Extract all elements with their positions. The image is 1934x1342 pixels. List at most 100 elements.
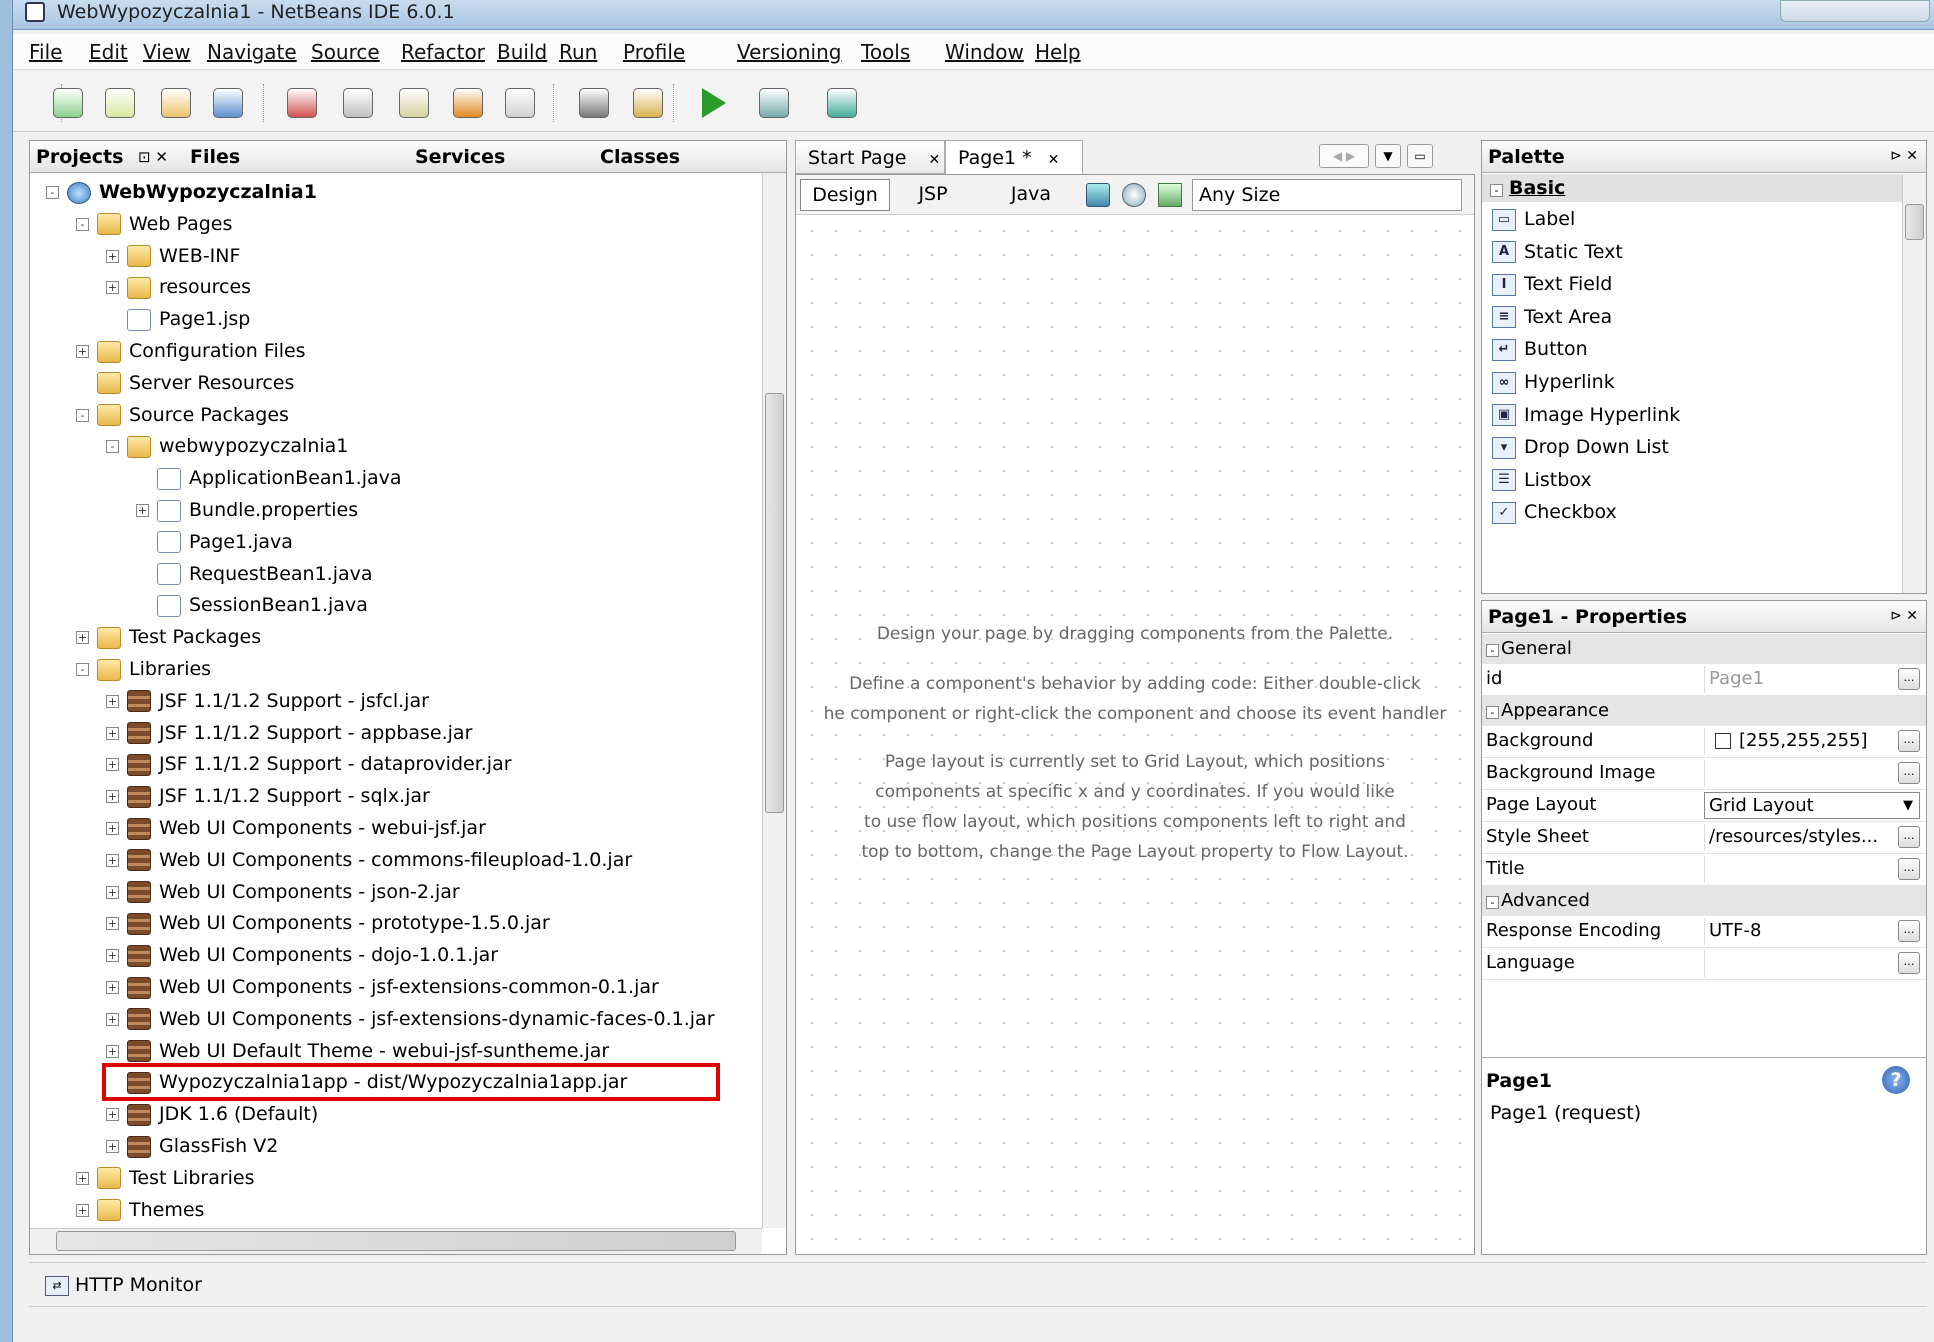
tree-node[interactable]: + Web UI Components - jsf-extensions-dyna… — [106, 1004, 715, 1034]
palette-item[interactable]: ▭ Label — [1492, 203, 1575, 235]
section-appearance[interactable]: - Appearance — [1482, 696, 1926, 726]
expand-icon[interactable]: + — [106, 1012, 119, 1026]
tree-node[interactable]: + Themes — [76, 1195, 204, 1225]
prop-language-value[interactable] — [1704, 950, 1890, 977]
build-icon[interactable] — [575, 84, 613, 122]
tree-node[interactable]: RequestBean1.java — [136, 559, 373, 589]
expand-icon[interactable]: + — [76, 631, 89, 645]
paste-icon[interactable] — [395, 84, 433, 122]
tree-node[interactable]: + Web UI Components - json-2.jar — [106, 877, 460, 907]
menu-run[interactable]: Run — [559, 40, 597, 64]
tree-vertical-scrollbar[interactable] — [762, 173, 786, 1228]
expand-icon[interactable]: + — [106, 981, 119, 994]
new-project-icon[interactable] — [49, 84, 87, 122]
tree-node[interactable]: + JSF 1.1/1.2 Support - jsfcl.jar — [106, 686, 429, 716]
expand-icon[interactable]: + — [106, 822, 119, 835]
ellipsis-button[interactable]: … — [1898, 730, 1920, 752]
tree-node[interactable]: - Source Packages — [76, 400, 289, 430]
run-icon[interactable] — [695, 84, 733, 122]
section-advanced[interactable]: - Advanced — [1482, 886, 1926, 916]
prop-row-language[interactable]: Language… — [1482, 948, 1926, 980]
palette-item[interactable]: A Static Text — [1492, 236, 1623, 268]
menu-help[interactable]: Help — [1035, 40, 1081, 64]
minimize-close-icon[interactable]: ⊳ ✕ — [1890, 148, 1918, 164]
close-icon[interactable]: ✕ — [928, 152, 940, 168]
prop-row-id[interactable]: id Page1… — [1482, 664, 1926, 696]
design-view-button[interactable]: Design — [800, 179, 890, 211]
tree-node[interactable]: ApplicationBean1.java — [136, 463, 402, 493]
palette-item[interactable]: ≡ Text Area — [1492, 301, 1612, 333]
prop-response-encoding-value[interactable]: UTF-8 — [1704, 918, 1890, 945]
expand-icon[interactable]: + — [106, 726, 119, 740]
target-size-select[interactable]: Any Size — [1192, 179, 1462, 211]
palette-item[interactable]: ☰ Listbox — [1492, 464, 1592, 496]
redo-icon[interactable] — [501, 84, 539, 122]
tree-node[interactable]: + Test Libraries — [76, 1163, 255, 1193]
hscroll-thumb[interactable] — [56, 1231, 736, 1251]
tree-node[interactable]: + Configuration Files — [76, 336, 306, 366]
minimize-close-icon[interactable]: ⊡ ✕ — [138, 148, 168, 166]
tree-node[interactable]: + JDK 1.6 (Default) — [106, 1099, 318, 1129]
profile-icon[interactable] — [823, 84, 861, 122]
expand-icon[interactable]: + — [106, 1108, 119, 1122]
debug-icon[interactable] — [755, 84, 793, 122]
help-icon[interactable]: ? — [1882, 1066, 1910, 1094]
expand-icon[interactable]: + — [106, 1140, 119, 1153]
tree-node[interactable]: + Bundle.properties — [136, 495, 358, 525]
prop-style-sheet-value[interactable]: /resources/styles... — [1704, 824, 1890, 851]
palette-item[interactable]: ∞ Hyperlink — [1492, 366, 1615, 398]
new-file-icon[interactable] — [101, 84, 139, 122]
tab-page1[interactable]: Page1 * ✕ — [945, 140, 1083, 174]
design-canvas[interactable]: Design your page by dragging components … — [800, 219, 1470, 1250]
tree-node[interactable]: + Test Packages — [76, 622, 261, 652]
prop-row-style-sheet[interactable]: Style Sheet/resources/styles...… — [1482, 822, 1926, 854]
tree-node[interactable]: + Web UI Components - webui-jsf.jar — [106, 813, 486, 843]
collapse-icon[interactable]: - — [76, 217, 89, 231]
collapse-icon[interactable]: - — [106, 440, 119, 454]
prop-row-response-encoding[interactable]: Response Encoding UTF-8… — [1482, 916, 1926, 948]
close-icon[interactable]: ✕ — [1048, 152, 1060, 168]
palette-item[interactable]: I Text Field — [1492, 268, 1612, 300]
show-virtual-forms-icon[interactable] — [1158, 183, 1182, 207]
palette-scrollbar[interactable] — [1902, 174, 1926, 593]
expand-icon[interactable]: + — [76, 345, 89, 358]
palette-item[interactable]: ↵ Button — [1492, 333, 1588, 365]
prop-background-image-value[interactable] — [1704, 760, 1890, 787]
expand-icon[interactable]: + — [106, 1044, 119, 1058]
tree-node[interactable]: Server Resources — [76, 368, 294, 398]
expand-icon[interactable]: + — [136, 504, 149, 517]
palette-item[interactable]: ▾ Drop Down List — [1492, 431, 1669, 463]
prop-background-value-cell[interactable]: [255,255,255] — [1704, 728, 1890, 755]
menu-file[interactable]: File — [29, 40, 62, 64]
tree-node[interactable]: + Web UI Default Theme - webui-jsf-sunthe… — [106, 1036, 609, 1066]
menu-view[interactable]: View — [143, 40, 190, 64]
prop-row-title[interactable]: Title… — [1482, 854, 1926, 886]
cut-icon[interactable] — [283, 84, 321, 122]
expand-icon[interactable]: + — [106, 694, 119, 708]
tree-node[interactable]: Page1.jsp — [106, 304, 250, 334]
tree-node[interactable]: + JSF 1.1/1.2 Support - dataprovider.jar — [106, 749, 512, 779]
tab-files[interactable]: Files — [190, 146, 240, 168]
menu-refactor[interactable]: Refactor — [401, 40, 485, 64]
tree-node[interactable]: Page1.java — [136, 527, 293, 557]
tree-node[interactable]: - Web Pages — [76, 209, 232, 239]
menu-navigate[interactable]: Navigate — [207, 40, 297, 64]
preview-browser-icon[interactable] — [1086, 183, 1110, 207]
tree-node[interactable]: + Web UI Components - prototype-1.5.0.jar — [106, 908, 550, 938]
tree-node[interactable]: + Web UI Components - dojo-1.0.1.jar — [106, 940, 498, 970]
expand-icon[interactable]: + — [106, 790, 119, 804]
menu-edit[interactable]: Edit — [89, 40, 128, 64]
open-project-icon[interactable] — [157, 84, 195, 122]
tree-node[interactable]: + resources — [106, 272, 251, 302]
prop-row-page-layout[interactable]: Page Layout Grid Layout ▼ — [1482, 790, 1926, 822]
clean-build-icon[interactable] — [629, 84, 667, 122]
section-general[interactable]: - General — [1482, 634, 1926, 664]
copy-icon[interactable] — [339, 84, 377, 122]
ellipsis-button[interactable]: … — [1898, 920, 1920, 942]
tree-node[interactable]: + GlassFish V2 — [106, 1131, 278, 1161]
expand-icon[interactable]: + — [106, 949, 119, 963]
palette-category-basic[interactable]: - Basic — [1482, 174, 1902, 202]
expand-icon[interactable]: + — [76, 1203, 89, 1217]
expand-icon[interactable]: + — [106, 853, 119, 867]
expand-icon[interactable]: + — [106, 758, 119, 772]
